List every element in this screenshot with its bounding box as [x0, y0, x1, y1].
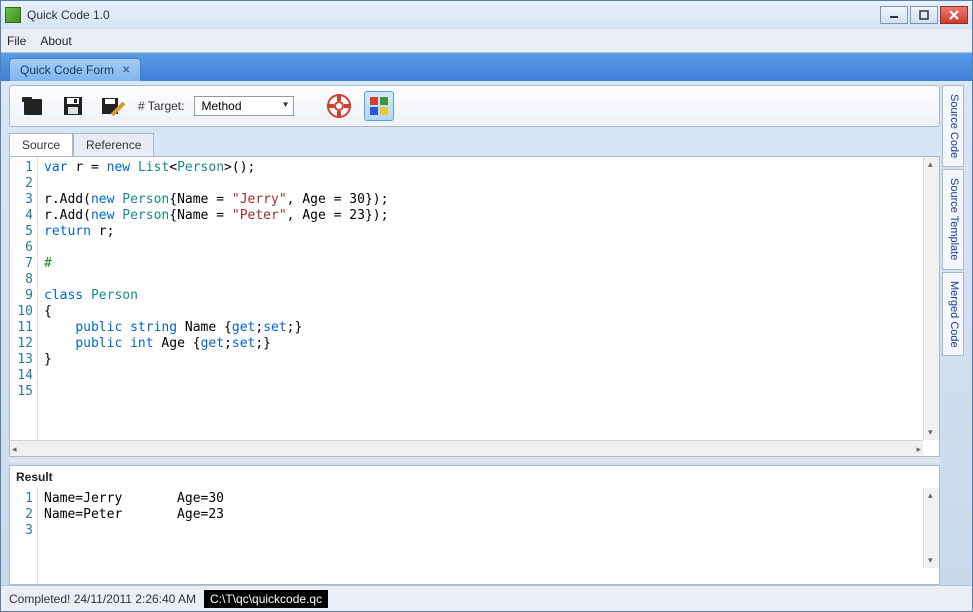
app-icon	[5, 7, 21, 23]
result-title: Result	[10, 466, 939, 488]
window-controls	[880, 6, 968, 24]
horizontal-scrollbar[interactable]: ◂ ▸	[10, 440, 923, 456]
horizontal-splitter[interactable]	[9, 457, 940, 463]
save-button[interactable]	[58, 91, 88, 121]
editor-code[interactable]: var r = new List<Person>(); r.Add(new Pe…	[38, 157, 939, 456]
vertical-scrollbar[interactable]: ▴ ▾	[923, 157, 939, 440]
result-gutter: 1 2 3	[10, 488, 38, 584]
result-output[interactable]: Name=Jerry Age=30 Name=Peter Age=23	[38, 488, 939, 584]
menubar: File About	[1, 29, 972, 53]
target-select[interactable]: Method	[194, 96, 294, 116]
tab-close-icon[interactable]: ✕	[122, 65, 130, 76]
menu-file[interactable]: File	[7, 34, 26, 48]
folder-icon	[20, 93, 46, 119]
lifebuoy-icon	[326, 93, 352, 119]
scroll-up-icon: ▴	[928, 490, 933, 501]
target-value: Method	[201, 99, 241, 113]
side-tab-source-code[interactable]: Source Code	[942, 85, 964, 167]
scroll-right-icon: ▸	[916, 444, 921, 455]
scroll-left-icon: ◂	[12, 444, 17, 455]
side-tab-merged-code[interactable]: Merged Code	[942, 272, 964, 357]
tab-source[interactable]: Source	[9, 133, 73, 156]
main-column: # Target: Method Source Re	[9, 85, 940, 585]
tab-reference[interactable]: Reference	[73, 133, 154, 156]
menu-about[interactable]: About	[40, 34, 71, 48]
code-editor[interactable]: 1 2 3 4 5 6 7 8 9 10 11 12 13 14 15 var …	[9, 156, 940, 457]
status-message: Completed! 24/11/2011 2:26:40 AM	[9, 592, 196, 606]
close-button[interactable]	[940, 6, 968, 24]
run-button[interactable]	[364, 91, 394, 121]
open-button[interactable]	[18, 91, 48, 121]
scroll-down-icon: ▾	[928, 555, 933, 566]
target-label: # Target:	[138, 99, 184, 113]
document-tab[interactable]: Quick Code Form ✕	[9, 58, 141, 81]
result-panel: Result 1 2 3 Name=Jerry Age=30 Name=Pete…	[9, 465, 940, 585]
document-tabstrip: Quick Code Form ✕	[1, 53, 972, 81]
app-window: Quick Code 1.0 File About Quick Code For…	[0, 0, 973, 612]
scroll-down-icon: ▾	[928, 427, 933, 438]
editor-gutter: 1 2 3 4 5 6 7 8 9 10 11 12 13 14 15	[10, 157, 38, 456]
pencil-floppy-icon	[100, 93, 126, 119]
side-tab-source-template[interactable]: Source Template	[942, 169, 964, 269]
statusbar: Completed! 24/11/2011 2:26:40 AM C:\T\qc…	[1, 585, 972, 611]
edit-button[interactable]	[98, 91, 128, 121]
floppy-icon	[61, 94, 85, 118]
window-title: Quick Code 1.0	[27, 8, 880, 22]
result-body: 1 2 3 Name=Jerry Age=30 Name=Peter Age=2…	[10, 488, 939, 584]
scroll-up-icon: ▴	[928, 159, 933, 170]
result-vertical-scrollbar[interactable]: ▴ ▾	[923, 488, 939, 568]
help-button[interactable]	[324, 91, 354, 121]
titlebar[interactable]: Quick Code 1.0	[1, 1, 972, 29]
toolbar: # Target: Method	[9, 85, 940, 127]
windows-icon	[368, 95, 390, 117]
status-filepath: C:\T\qc\quickcode.qc	[204, 590, 328, 608]
content-area: # Target: Method Source Re	[1, 81, 972, 585]
side-tabstrip: Source Code Source Template Merged Code	[942, 85, 964, 585]
maximize-button[interactable]	[910, 6, 938, 24]
minimize-button[interactable]	[880, 6, 908, 24]
document-tab-label: Quick Code Form	[20, 63, 114, 77]
editor-tabstrip: Source Reference	[9, 133, 940, 156]
